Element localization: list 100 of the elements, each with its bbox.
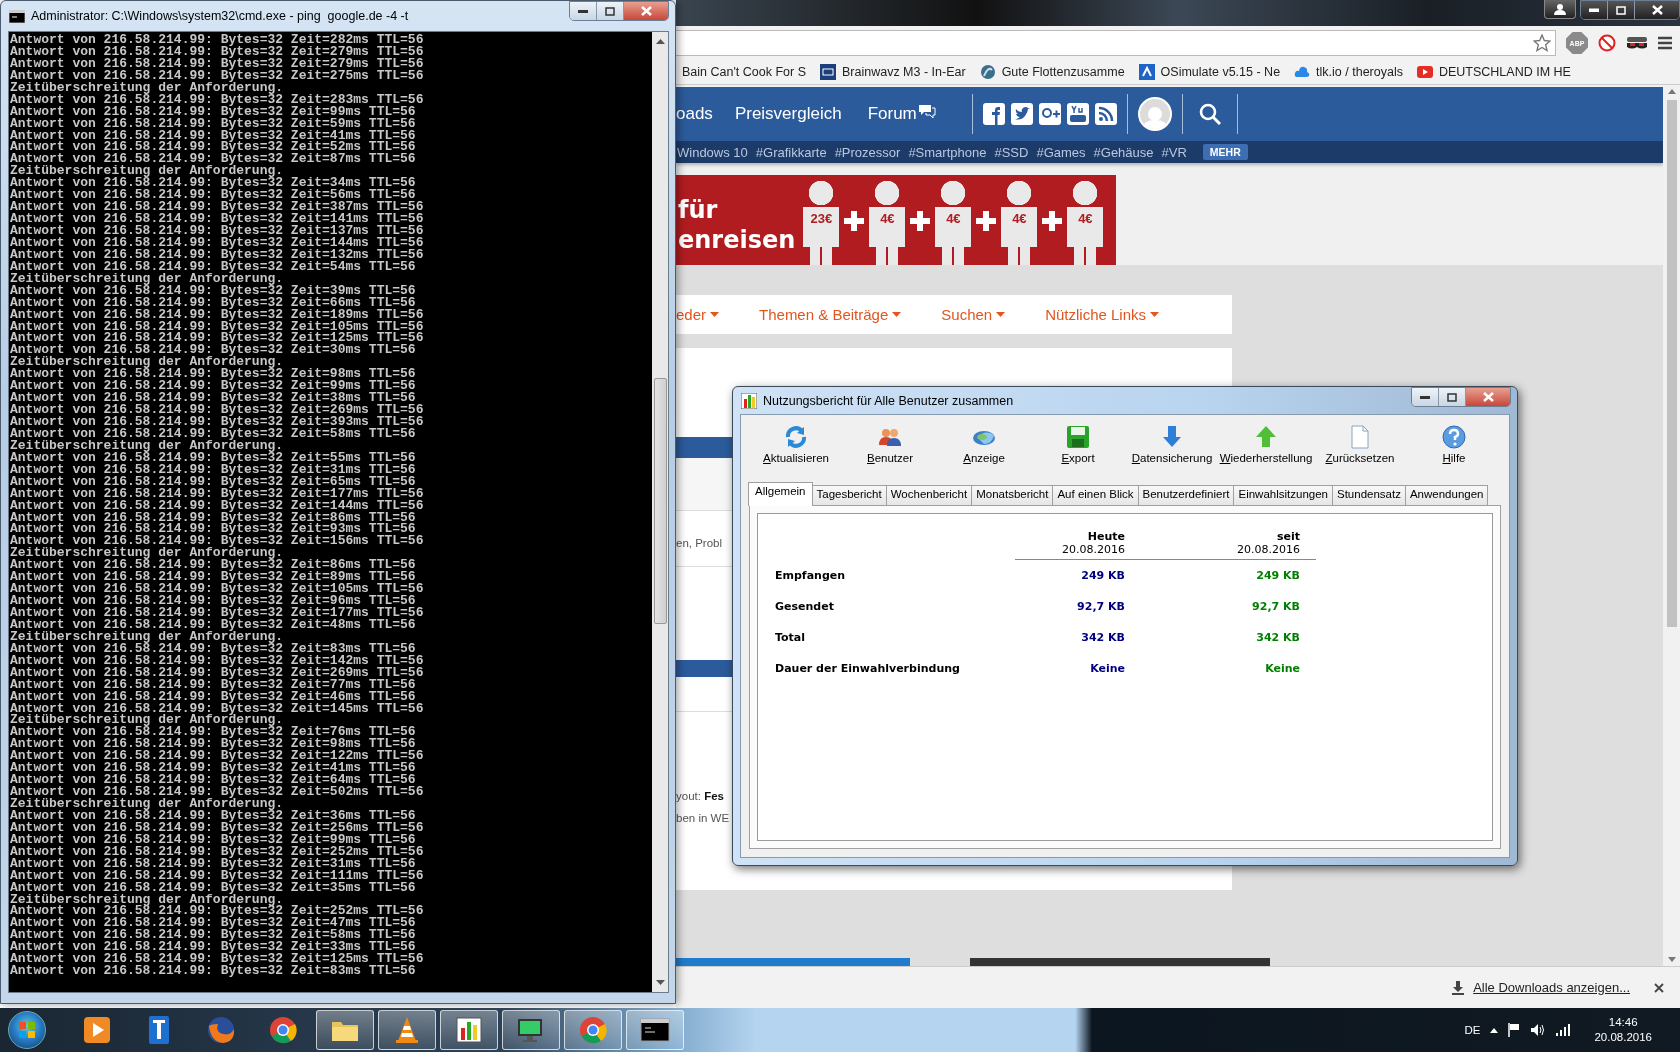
maximize-icon[interactable] xyxy=(1447,392,1457,402)
tag-link[interactable]: #Games xyxy=(1036,144,1086,160)
tag-link[interactable]: #SSD xyxy=(994,144,1029,160)
scroll-up-icon[interactable] xyxy=(655,38,665,44)
youtube-icon[interactable] xyxy=(1066,103,1089,125)
table-cell-text: 92,7 KB xyxy=(1076,600,1125,613)
firefox-icon[interactable] xyxy=(205,1014,237,1046)
console-line: Antwort von 216.58.214.99: Bytes=32 Zeit=283ms TTL=56 xyxy=(10,93,424,106)
tab[interactable]: Wochenbericht xyxy=(885,485,973,505)
tag-link[interactable]: #Prozessor xyxy=(834,144,901,160)
menu-item[interactable]: Nützliche Links xyxy=(1045,306,1160,323)
tab[interactable]: Auf einen Blick xyxy=(1052,485,1139,505)
tab[interactable]: Monatsbericht xyxy=(971,485,1054,505)
taskbar-button[interactable] xyxy=(502,1010,560,1050)
tab[interactable]: Anwendungen xyxy=(1404,485,1489,505)
tag-link[interactable]: #Smartphone xyxy=(908,144,987,160)
nav-link[interactable]: Forum xyxy=(867,104,936,124)
bookmark[interactable]: Bain Can't Cook For S xyxy=(682,65,806,79)
avatar[interactable] xyxy=(1137,97,1172,131)
start-button[interactable] xyxy=(8,1011,46,1049)
caret-icon[interactable] xyxy=(892,312,902,317)
toolbar-button[interactable]: Hilfe xyxy=(1407,425,1501,481)
tab[interactable]: Einwahlsitzungen xyxy=(1233,485,1333,505)
menu-item[interactable]: eder xyxy=(676,306,720,323)
search-icon[interactable] xyxy=(1198,103,1221,125)
close-icon[interactable] xyxy=(1654,982,1664,993)
console-line: Antwort von 216.58.214.99: Bytes=32 Zeit=269ms TTL=56 xyxy=(10,404,424,416)
console-line: Antwort von 216.58.214.99: Bytes=32 Zeit=189ms TTL=56 xyxy=(10,308,424,321)
maximize-button[interactable] xyxy=(1439,388,1466,406)
tag-link[interactable]: #Gehäuse xyxy=(1093,144,1154,160)
more-button[interactable]: MEHR xyxy=(1202,144,1248,160)
close-button[interactable] xyxy=(1635,1,1679,19)
signal-icon[interactable] xyxy=(1556,1024,1571,1036)
minimize-button[interactable] xyxy=(570,2,597,20)
bookmark[interactable]: OSimulate v5.15 - Ne xyxy=(1138,64,1281,80)
caret-icon[interactable] xyxy=(710,312,720,317)
downloads-link[interactable]: Alle Downloads anzeigen... xyxy=(1473,980,1630,995)
rss-icon[interactable] xyxy=(1094,103,1117,125)
tag-link[interactable]: #VR xyxy=(1161,144,1187,160)
toolbar-button[interactable]: Export xyxy=(1031,425,1125,481)
nav-link[interactable]: Preisvergleich xyxy=(734,104,842,124)
caret-icon[interactable] xyxy=(1150,312,1160,317)
facebook-icon[interactable] xyxy=(982,103,1005,125)
tab[interactable]: Allgemein xyxy=(748,482,813,506)
download-icon xyxy=(1451,980,1466,995)
profile-button[interactable] xyxy=(1544,0,1576,19)
maximize-button[interactable] xyxy=(1608,1,1635,19)
toolbar-button[interactable]: Datensicherung xyxy=(1125,425,1219,481)
menu-item[interactable]: Suchen xyxy=(941,306,1006,323)
tab[interactable]: Tagesbericht xyxy=(811,485,887,505)
tag-link[interactable]: Windows 10 xyxy=(677,144,748,160)
minimize-icon[interactable] xyxy=(578,9,588,13)
scrollbar[interactable] xyxy=(652,32,668,992)
caret-icon[interactable] xyxy=(996,312,1006,317)
caret-up-icon[interactable] xyxy=(1490,1027,1499,1033)
minimize-button[interactable] xyxy=(1581,1,1608,19)
table-cell-text: 249 KB xyxy=(1080,569,1125,582)
toolbar-button[interactable]: Anzeige xyxy=(937,425,1031,481)
bookmark[interactable]: tlk.io / theroyals xyxy=(1294,64,1403,80)
scroll-down-icon[interactable] xyxy=(1667,957,1676,962)
bar-chart-icon[interactable] xyxy=(453,1014,485,1046)
taskbar-button[interactable] xyxy=(378,1010,436,1050)
maximize-icon[interactable] xyxy=(605,6,615,16)
tag-link[interactable]: #Grafikkarte xyxy=(755,144,827,160)
speaker-icon[interactable] xyxy=(1530,1023,1547,1037)
taskbar-button[interactable] xyxy=(316,1010,374,1050)
menu-item[interactable]: Themen & Beiträge xyxy=(759,306,902,323)
chrome-icon[interactable] xyxy=(267,1014,299,1046)
language-indicator[interactable]: DE xyxy=(1464,1024,1481,1036)
taskbar-button[interactable] xyxy=(626,1010,684,1050)
console-line: Antwort von 216.58.214.99: Bytes=32 Zeit=48ms TTL=56 xyxy=(10,618,416,631)
media-player-icon[interactable] xyxy=(81,1014,113,1046)
twitter-icon[interactable] xyxy=(1010,103,1033,125)
toolbar-button[interactable]: Aktualisieren xyxy=(749,425,843,481)
star-icon[interactable] xyxy=(1533,34,1551,52)
clock[interactable]: 14:46 20.08.2016 xyxy=(1594,1015,1652,1045)
bookmark[interactable]: Brainwavz M3 - In-Ear xyxy=(819,64,966,80)
flag-icon[interactable] xyxy=(1508,1023,1521,1037)
toolbar-button[interactable]: Benutzer xyxy=(843,425,937,481)
toolbar-button[interactable]: Wiederherstellung xyxy=(1219,425,1313,481)
toolbar-button[interactable]: Zurücksetzen xyxy=(1313,425,1407,481)
nav-link[interactable]: oads xyxy=(676,104,713,124)
scroll-down-icon[interactable] xyxy=(655,980,665,986)
bookmark[interactable]: DEUTSCHLAND IM HE xyxy=(1416,64,1571,80)
start-logo-icon[interactable] xyxy=(18,1021,36,1039)
person-icon[interactable] xyxy=(1554,3,1566,15)
blocked-icon[interactable] xyxy=(1598,34,1616,52)
mask-icon[interactable] xyxy=(1626,35,1648,51)
minimize-icon[interactable] xyxy=(1420,395,1430,399)
tab[interactable]: Benutzerdefiniert xyxy=(1137,485,1235,505)
scroll-thumb[interactable] xyxy=(1666,100,1677,627)
google-plus-icon[interactable] xyxy=(1038,103,1061,125)
minimize-button[interactable] xyxy=(1412,388,1439,406)
taskbar-button[interactable] xyxy=(440,1010,498,1050)
maximize-button[interactable] xyxy=(597,2,624,20)
menu-icon[interactable] xyxy=(1658,36,1672,50)
tab[interactable]: Stundensatz xyxy=(1332,485,1406,505)
bookmark[interactable]: Gute Flottenzusamme xyxy=(979,64,1125,80)
scroll-thumb[interactable] xyxy=(653,378,667,624)
scroll-up-icon[interactable] xyxy=(1667,89,1676,94)
